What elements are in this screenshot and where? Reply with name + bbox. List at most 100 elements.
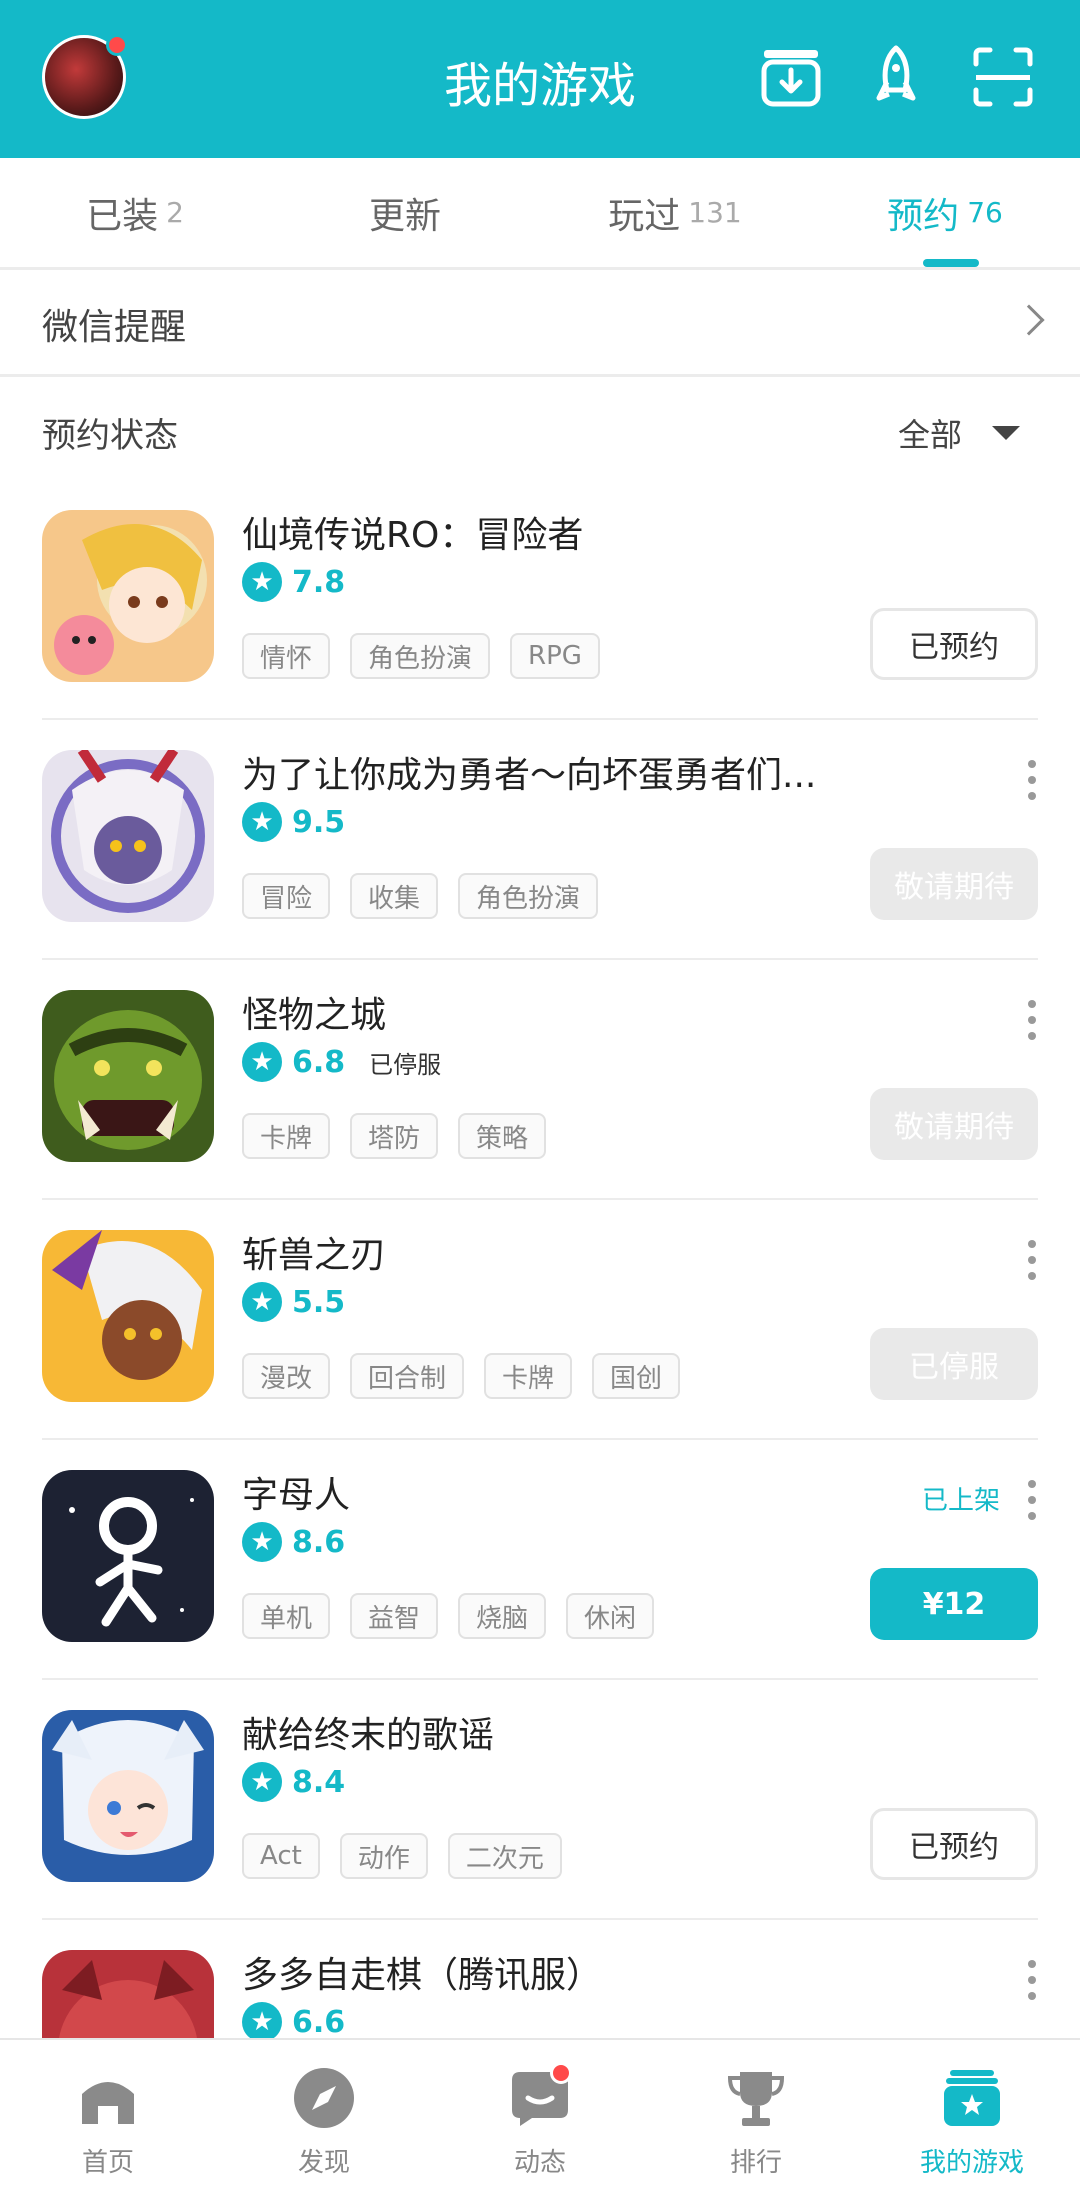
tab-label: 已装 xyxy=(86,195,159,237)
game-tag[interactable]: RPG xyxy=(510,633,600,679)
tab-count: 2 xyxy=(166,196,184,229)
service-stopped-button[interactable]: 已停服 xyxy=(870,1328,1038,1400)
game-icon[interactable] xyxy=(42,990,214,1162)
nav-ranking[interactable]: 排行 xyxy=(648,2040,864,2192)
tab-reserved[interactable]: 预约 76 xyxy=(810,158,1080,267)
nav-discover[interactable]: 发现 xyxy=(216,2040,432,2192)
game-rating: ★ 8.4 xyxy=(242,1762,345,1802)
game-tag[interactable]: 卡牌 xyxy=(242,1113,331,1159)
list-item[interactable]: 怪物之城 ★ 6.8 已停服 卡牌 塔防 策略 敬请期待 xyxy=(42,960,1038,1200)
nav-my-games[interactable]: 我的游戏 xyxy=(864,2040,1080,2192)
game-tags: Act 动作 二次元 xyxy=(242,1833,582,1879)
game-tag[interactable]: 二次元 xyxy=(447,1833,562,1879)
game-rating: ★ 6.8 已停服 xyxy=(242,1042,441,1082)
game-tag[interactable]: 益智 xyxy=(350,1593,439,1639)
list-item[interactable]: 为了让你成为勇者～向坏蛋勇者们... ★ 9.5 冒险 收集 角色扮演 敬请期待 xyxy=(42,720,1038,960)
game-tag[interactable]: 动作 xyxy=(339,1833,428,1879)
chevron-down-icon xyxy=(992,426,1020,440)
more-options-icon[interactable] xyxy=(1026,1960,1038,2000)
list-item[interactable]: 仙境传说RO：冒险者 ★ 7.8 情怀 角色扮演 RPG 已预约 xyxy=(42,480,1038,720)
tab-label: 玩过 xyxy=(608,195,681,237)
tab-label: 预约 xyxy=(887,195,960,237)
list-item[interactable]: 斩兽之刃 ★ 5.5 漫改 回合制 卡牌 国创 已停服 xyxy=(42,1200,1038,1440)
game-tag[interactable]: 塔防 xyxy=(350,1113,439,1159)
buy-price-button[interactable]: ¥12 xyxy=(870,1568,1038,1640)
tab-updates[interactable]: 更新 xyxy=(270,158,540,267)
game-tags: 漫改 回合制 卡牌 国创 xyxy=(242,1353,700,1399)
game-tag[interactable]: 策略 xyxy=(458,1113,547,1159)
game-tag[interactable]: 回合制 xyxy=(350,1353,465,1399)
nav-home[interactable]: 首页 xyxy=(0,2040,216,2192)
top-header: 我的游戏 xyxy=(0,0,1080,158)
rating-value: 5.5 xyxy=(292,1284,346,1320)
download-icon[interactable] xyxy=(758,44,824,110)
tab-played[interactable]: 玩过 131 xyxy=(540,158,810,267)
filter-selected: 全部 xyxy=(897,416,962,454)
game-tag[interactable]: 国创 xyxy=(592,1353,681,1399)
game-list: 仙境传说RO：冒险者 ★ 7.8 情怀 角色扮演 RPG 已预约 为了让你成为勇… xyxy=(0,480,1080,2160)
status-filter-dropdown[interactable]: 全部 xyxy=(898,410,1020,456)
game-tags: 冒险 收集 角色扮演 xyxy=(242,873,618,919)
game-icon[interactable] xyxy=(42,1710,214,1882)
game-title: 仙境传说RO：冒险者 xyxy=(242,515,584,556)
reserved-button[interactable]: 已预约 xyxy=(870,608,1038,680)
wechat-reminder-row[interactable]: 微信提醒 xyxy=(0,273,1080,377)
game-tag[interactable]: 卡牌 xyxy=(484,1353,573,1399)
wechat-reminder-label: 微信提醒 xyxy=(42,306,187,348)
game-tag[interactable]: 冒险 xyxy=(242,873,331,919)
star-icon: ★ xyxy=(242,1042,282,1082)
game-tag[interactable]: Act xyxy=(242,1833,320,1879)
game-title: 斩兽之刃 xyxy=(242,1235,387,1276)
game-tag[interactable]: 角色扮演 xyxy=(350,633,491,679)
coming-soon-button[interactable]: 敬请期待 xyxy=(870,1088,1038,1160)
game-tags: 单机 益智 烧脑 休闲 xyxy=(242,1593,674,1639)
game-tag[interactable]: 烧脑 xyxy=(458,1593,547,1639)
game-icon[interactable] xyxy=(42,750,214,922)
game-tag[interactable]: 情怀 xyxy=(242,633,331,679)
nav-label: 首页 xyxy=(81,2148,134,2178)
game-rating: ★ 5.5 xyxy=(242,1282,345,1322)
rating-value: 7.8 xyxy=(292,564,346,600)
nav-feed[interactable]: 动态 xyxy=(432,2040,648,2192)
star-icon: ★ xyxy=(242,562,282,602)
rating-value: 8.4 xyxy=(292,1764,346,1800)
filter-label: 预约状态 xyxy=(42,415,178,456)
rating-value: 9.5 xyxy=(292,804,346,840)
game-title: 多多自走棋（腾讯服） xyxy=(242,1955,603,1996)
nav-label: 我的游戏 xyxy=(919,2148,1024,2178)
reserved-button[interactable]: 已预约 xyxy=(870,1808,1038,1880)
more-options-icon[interactable] xyxy=(1026,1240,1038,1280)
game-tag[interactable]: 角色扮演 xyxy=(458,873,599,919)
game-icon[interactable] xyxy=(42,510,214,682)
list-item[interactable]: 字母人 已上架 ★ 8.6 单机 益智 烧脑 休闲 ¥12 xyxy=(42,1440,1038,1680)
game-icon[interactable] xyxy=(42,1470,214,1642)
game-tags: 卡牌 塔防 策略 xyxy=(242,1113,566,1159)
my-games-icon xyxy=(944,2070,1000,2126)
rocket-icon[interactable] xyxy=(863,44,929,110)
game-title: 献给终末的歌谣 xyxy=(242,1715,495,1756)
chevron-right-icon xyxy=(1013,304,1045,336)
rating-value: 8.6 xyxy=(292,1524,346,1560)
more-options-icon[interactable] xyxy=(1026,1480,1038,1520)
coming-soon-button[interactable]: 敬请期待 xyxy=(870,848,1038,920)
scan-icon[interactable] xyxy=(970,44,1036,110)
star-icon: ★ xyxy=(242,802,282,842)
reservation-filter-row: 预约状态 全部 xyxy=(0,380,1080,484)
service-stopped-note: 已停服 xyxy=(369,1050,442,1079)
game-tag[interactable]: 休闲 xyxy=(566,1593,655,1639)
tab-installed[interactable]: 已装 2 xyxy=(0,158,270,267)
game-tag[interactable]: 收集 xyxy=(350,873,439,919)
nav-label: 排行 xyxy=(729,2148,782,2178)
game-tags: 情怀 角色扮演 RPG xyxy=(242,633,620,679)
game-rating: ★ 6.6 xyxy=(242,2002,345,2042)
rating-value: 6.8 xyxy=(292,1044,346,1080)
game-tag[interactable]: 漫改 xyxy=(242,1353,331,1399)
more-options-icon[interactable] xyxy=(1026,1000,1038,1040)
list-item[interactable]: 献给终末的歌谣 ★ 8.4 Act 动作 二次元 已预约 xyxy=(42,1680,1038,1920)
compass-icon xyxy=(294,2068,354,2128)
game-rating: ★ 8.6 xyxy=(242,1522,345,1562)
game-icon[interactable] xyxy=(42,1230,214,1402)
tab-count: 76 xyxy=(967,196,1003,229)
more-options-icon[interactable] xyxy=(1026,760,1038,800)
game-tag[interactable]: 单机 xyxy=(242,1593,331,1639)
